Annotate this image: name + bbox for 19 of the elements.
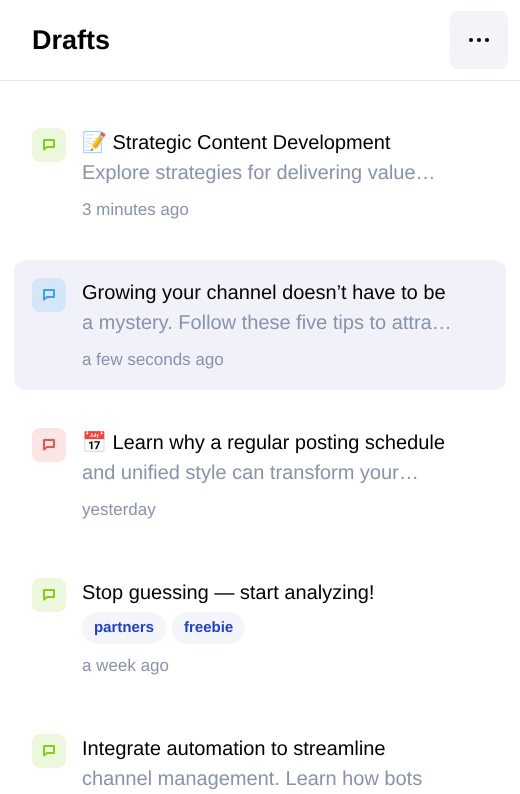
draft-time: yesterday <box>82 499 157 521</box>
draft-title: Growing your channel doesn’t have to be <box>82 281 447 306</box>
page-title: Drafts <box>32 24 110 57</box>
draft-title: Integrate automation to streamline <box>82 737 387 762</box>
draft-preview: Explore strategies for delivering value… <box>82 161 436 186</box>
draft-time: 3 minutes ago <box>82 199 190 221</box>
draft-title: 📅 Learn why a regular posting schedule <box>82 430 445 456</box>
draft-item[interactable]: Growing your channel doesn’t have to be a mystery. Follow these five tips to attra… a few seconds ago <box>14 260 506 390</box>
draft-time: a week ago <box>82 655 170 677</box>
more-icon <box>469 38 489 42</box>
draft-preview: channel management. Learn how bots <box>82 767 422 792</box>
more-button[interactable] <box>450 11 508 69</box>
draft-preview: and unified style can transform your… <box>82 461 420 486</box>
draft-time: a few seconds ago <box>82 349 225 371</box>
draft-title: 📝 Strategic Content Development <box>82 130 392 156</box>
tag[interactable]: freebie <box>172 612 246 644</box>
draft-title: Stop guessing — start analyzing! <box>82 581 374 606</box>
draft-preview: a mystery. Follow these five tips to attra… <box>82 311 452 336</box>
tag[interactable]: partners <box>82 612 166 644</box>
